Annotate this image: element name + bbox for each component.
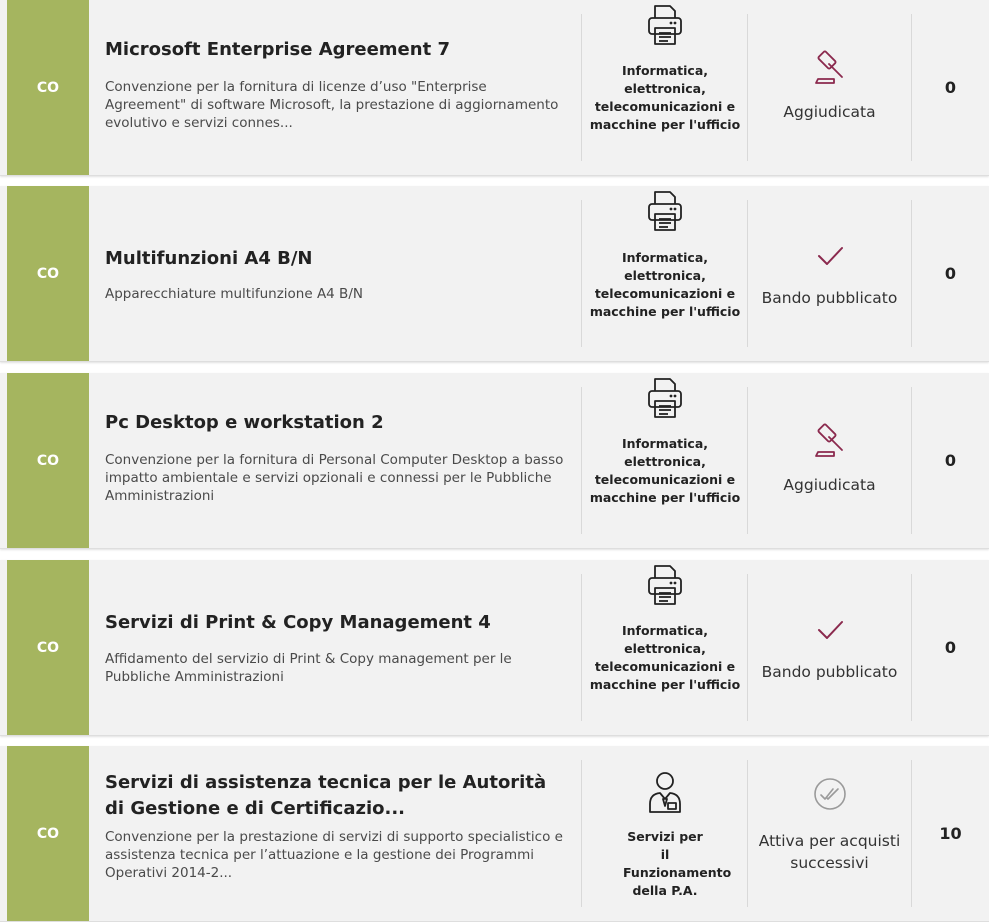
- status-label: Aggiudicata: [783, 476, 876, 494]
- double-check-circle-icon: [814, 778, 846, 810]
- list-item[interactable]: CO Pc Desktop e workstation 2 Convenzion…: [0, 373, 989, 549]
- item-main: Servizi di Print & Copy Management 4 Aff…: [105, 560, 567, 735]
- status-label: Bando pubblicato: [761, 663, 898, 681]
- column-divider: [581, 200, 582, 347]
- checkmark-icon: [818, 247, 843, 265]
- status-cell: Aggiudicata: [748, 0, 911, 175]
- status-label: Bando pubblicato: [761, 289, 898, 307]
- category-label: Servizi per il Funzionamento della P.A.: [623, 829, 732, 898]
- list-item[interactable]: CO Multifunzioni A4 B/N Apparecchiature …: [0, 186, 989, 362]
- businessman-icon: [649, 772, 681, 813]
- printer-icon: [648, 565, 682, 605]
- item-description: Convenzione per la prestazione di serviz…: [105, 829, 563, 881]
- item-title[interactable]: Servizi di assistenza tecnica per le Aut…: [105, 770, 567, 822]
- gavel-icon: [815, 50, 843, 84]
- category-label: Informatica, elettronica, telecomunicazi…: [589, 63, 741, 132]
- list-item[interactable]: CO Servizi di Print & Copy Management 4 …: [0, 560, 989, 736]
- printer-icon: [648, 378, 682, 418]
- checkmark-icon: [818, 621, 843, 639]
- category-label: Informatica, elettronica, telecomunicazi…: [589, 623, 741, 692]
- type-badge: CO: [7, 0, 89, 175]
- item-title[interactable]: Pc Desktop e workstation 2: [105, 410, 567, 436]
- status-cell: Bando pubblicato: [748, 186, 911, 361]
- item-description: Convenzione per la fornitura di licenze …: [105, 79, 559, 131]
- type-badge: CO: [7, 560, 89, 735]
- item-description: Apparecchiature multifunzione A4 B/N: [105, 286, 363, 302]
- list-item[interactable]: CO Servizi di assistenza tecnica per le …: [0, 746, 989, 922]
- column-divider: [581, 760, 582, 907]
- item-main: Pc Desktop e workstation 2 Convenzione p…: [105, 373, 567, 548]
- item-main: Multifunzioni A4 B/N Apparecchiature mul…: [105, 186, 567, 361]
- status-cell: Aggiudicata: [748, 373, 911, 548]
- item-description: Affidamento del servizio di Print & Copy…: [105, 651, 512, 685]
- type-badge: CO: [7, 186, 89, 361]
- status-cell: Bando pubblicato: [748, 560, 911, 735]
- item-count: 0: [944, 638, 957, 657]
- category-cell: Informatica, elettronica, telecomunicazi…: [583, 186, 747, 361]
- item-count: 0: [944, 78, 957, 97]
- column-divider: [581, 574, 582, 721]
- category-label: Informatica, elettronica, telecomunicazi…: [589, 436, 741, 505]
- item-title[interactable]: Multifunzioni A4 B/N: [105, 246, 567, 272]
- status-cell: Attiva per acquisti successivi: [748, 746, 911, 921]
- category-cell: Informatica, elettronica, telecomunicazi…: [583, 560, 747, 735]
- category-cell: Informatica, elettronica, telecomunicazi…: [583, 0, 747, 175]
- item-count: 10: [939, 824, 962, 843]
- item-main: Servizi di assistenza tecnica per le Aut…: [105, 746, 567, 921]
- printer-icon: [648, 5, 682, 45]
- item-count: 0: [944, 264, 957, 283]
- item-description: Convenzione per la fornitura di Personal…: [105, 452, 564, 504]
- type-badge: CO: [7, 373, 89, 548]
- category-label: Informatica, elettronica, telecomunicazi…: [589, 250, 741, 319]
- status-label: Aggiudicata: [783, 103, 876, 121]
- item-main: Microsoft Enterprise Agreement 7 Convenz…: [105, 0, 567, 175]
- column-divider: [581, 14, 582, 161]
- column-divider: [581, 387, 582, 534]
- type-badge: CO: [7, 746, 89, 921]
- printer-icon: [648, 191, 682, 231]
- item-title[interactable]: Servizi di Print & Copy Management 4: [105, 610, 567, 636]
- item-count: 0: [944, 451, 957, 470]
- list-item[interactable]: CO Microsoft Enterprise Agreement 7 Conv…: [0, 0, 989, 176]
- category-cell: Informatica, elettronica, telecomunicazi…: [583, 373, 747, 548]
- item-title[interactable]: Microsoft Enterprise Agreement 7: [105, 37, 567, 63]
- status-label: Attiva per acquisti successivi: [758, 832, 901, 872]
- category-cell: Servizi per il Funzionamento della P.A.: [583, 746, 747, 921]
- gavel-icon: [815, 423, 843, 457]
